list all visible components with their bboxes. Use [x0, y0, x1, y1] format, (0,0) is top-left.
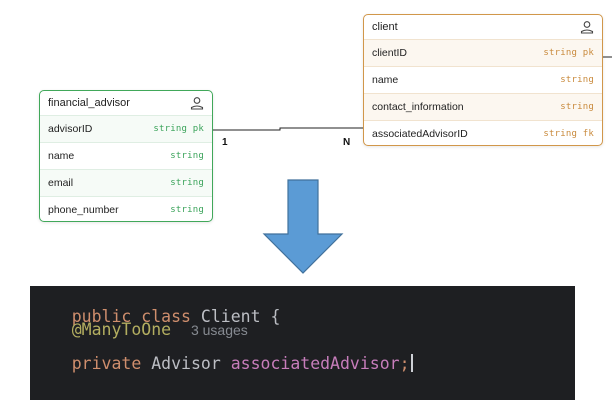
- down-arrow-icon: [262, 179, 344, 274]
- field-type: string pk: [153, 124, 204, 134]
- field-name: email: [48, 177, 74, 189]
- field-name: phone_number: [48, 204, 119, 216]
- field-row-contact-information: contact_information string: [364, 94, 602, 121]
- field-type: string: [170, 205, 204, 215]
- field-name: associatedAdvisor: [230, 354, 400, 373]
- open-brace: {: [270, 307, 281, 326]
- field-row-advisorID: advisorID string pk: [40, 116, 212, 143]
- entity-title: client: [372, 21, 398, 33]
- field-name: name: [48, 150, 75, 162]
- field-row-clientID: clientID string pk: [364, 40, 602, 67]
- text-cursor: [410, 354, 413, 372]
- field-type: string pk: [543, 48, 594, 58]
- field-type: string: [170, 178, 204, 188]
- field-row-associatedAdvisorID: associatedAdvisorID string fk: [364, 121, 602, 145]
- field-name: contact_information: [372, 101, 464, 113]
- user-icon: [580, 21, 594, 34]
- field-type: string: [560, 75, 594, 85]
- field-type: string: [560, 102, 594, 112]
- field-type: string fk: [543, 129, 594, 139]
- field-row-name: name string: [40, 143, 212, 170]
- cardinality-one: 1: [222, 137, 228, 148]
- semicolon: ;: [399, 354, 410, 373]
- field-name: name: [372, 74, 399, 86]
- field-name: clientID: [372, 47, 408, 59]
- type-name: Advisor: [151, 354, 221, 373]
- cardinality-many: N: [343, 137, 351, 148]
- code-editor: public class Client { @ManyToOne 3 usage…: [30, 286, 575, 400]
- field-type: string: [170, 151, 204, 161]
- field-row-name: name string: [364, 67, 602, 94]
- financial-advisor-entity[interactable]: financial_advisor advisorID string pk na…: [39, 90, 213, 222]
- connector-line: [204, 127, 366, 131]
- user-icon: [190, 97, 204, 110]
- client-entity[interactable]: client clientID string pk name string co…: [363, 14, 603, 146]
- field-name: associatedAdvisorID: [372, 128, 468, 140]
- code-line-3: private Advisor associatedAdvisor;: [32, 354, 413, 392]
- field-row-email: email string: [40, 170, 212, 197]
- code-line-2: @ManyToOne 3 usages: [32, 320, 248, 358]
- field-name: advisorID: [48, 123, 93, 135]
- field-row-phone-number: phone_number string: [40, 197, 212, 221]
- keyword-private: private: [71, 354, 142, 373]
- entity-header: client: [364, 15, 602, 40]
- annotation: @ManyToOne: [71, 320, 172, 339]
- entity-title: financial_advisor: [48, 97, 130, 109]
- entity-header: financial_advisor: [40, 91, 212, 116]
- usages-hint[interactable]: 3 usages: [191, 322, 248, 338]
